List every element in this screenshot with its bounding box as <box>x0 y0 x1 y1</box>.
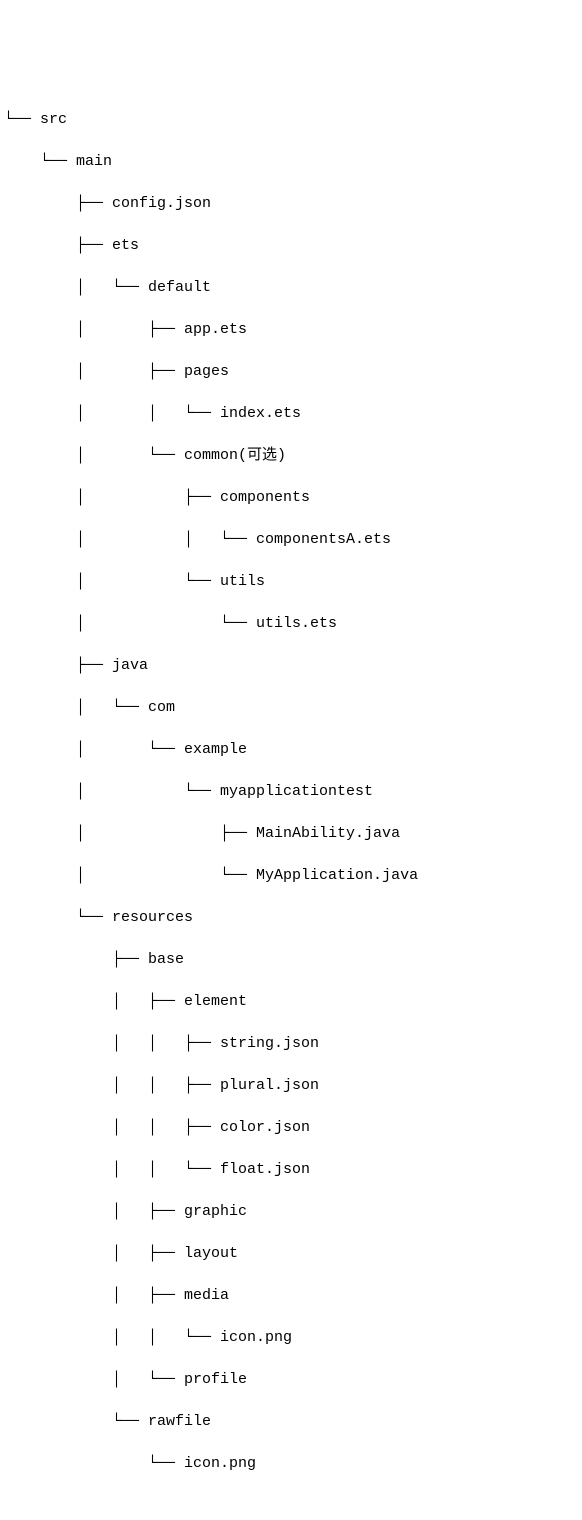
tree-line: │ └── common(可选) <box>4 445 578 466</box>
tree-line: │ ├── element <box>4 991 578 1012</box>
tree-line: │ ├── graphic <box>4 1201 578 1222</box>
tree-line: │ ├── layout <box>4 1243 578 1264</box>
tree-line: ├── base <box>4 949 578 970</box>
tree-line: │ └── MyApplication.java <box>4 865 578 886</box>
tree-line: │ │ └── icon.png <box>4 1327 578 1348</box>
tree-line: │ └── myapplicationtest <box>4 781 578 802</box>
tree-line: │ │ └── componentsA.ets <box>4 529 578 550</box>
tree-line: │ └── utils.ets <box>4 613 578 634</box>
tree-line: │ ├── pages <box>4 361 578 382</box>
tree-line: ├── java <box>4 655 578 676</box>
tree-line: │ ├── MainAbility.java <box>4 823 578 844</box>
tree-line: └── rawfile <box>4 1411 578 1432</box>
tree-line: └── resources <box>4 907 578 928</box>
tree-line: ├── config.json <box>4 193 578 214</box>
tree-line: └── icon.png <box>4 1453 578 1474</box>
tree-line: │ │ ├── string.json <box>4 1033 578 1054</box>
tree-line: │ │ └── float.json <box>4 1159 578 1180</box>
tree-line: │ ├── app.ets <box>4 319 578 340</box>
tree-line: ├── ets <box>4 235 578 256</box>
tree-line: │ └── default <box>4 277 578 298</box>
tree-line: │ ├── components <box>4 487 578 508</box>
tree-line: └── src <box>4 109 578 130</box>
tree-line: │ └── utils <box>4 571 578 592</box>
directory-tree: └── src └── main ├── config.json ├── ets… <box>4 88 578 1495</box>
tree-line: │ │ └── index.ets <box>4 403 578 424</box>
tree-line: │ └── com <box>4 697 578 718</box>
tree-line: │ └── profile <box>4 1369 578 1390</box>
tree-line: └── main <box>4 151 578 172</box>
tree-line: │ │ ├── color.json <box>4 1117 578 1138</box>
tree-line: │ ├── media <box>4 1285 578 1306</box>
tree-line: │ │ ├── plural.json <box>4 1075 578 1096</box>
tree-line: │ └── example <box>4 739 578 760</box>
